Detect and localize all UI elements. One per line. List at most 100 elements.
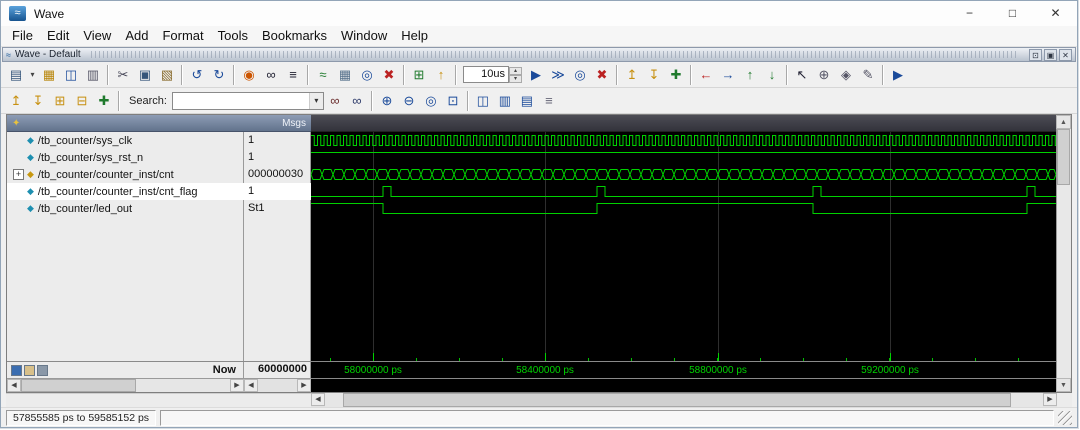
menu-help[interactable]: Help (394, 26, 435, 46)
menu-view[interactable]: View (76, 26, 118, 46)
reload-button[interactable]: ◉ (238, 64, 260, 86)
spin-down-icon[interactable]: ▾ (509, 74, 522, 83)
ungroup-button[interactable]: ⊟ (71, 90, 93, 112)
find-next-button[interactable]: ∞ (324, 90, 346, 112)
copy-button[interactable]: ▣ (134, 64, 156, 86)
vertical-scroll-track[interactable] (1056, 185, 1071, 378)
scroll-left-icon[interactable]: ◀ (7, 379, 21, 392)
names-scroll-thumb[interactable] (21, 379, 136, 392)
wave-scroll-thumb[interactable] (342, 393, 1011, 407)
leaf-names-button[interactable]: ▤ (516, 90, 538, 112)
menu-window[interactable]: Window (334, 26, 394, 46)
break-button[interactable]: ✖ (591, 64, 613, 86)
run-all-button[interactable]: ◎ (569, 64, 591, 86)
scroll-up-icon[interactable]: ▲ (1056, 115, 1071, 129)
resize-grip[interactable] (1058, 410, 1072, 425)
scroll-left-icon[interactable]: ◀ (244, 379, 258, 392)
minimize-button[interactable]: − (948, 1, 991, 26)
restore-button[interactable]: ↑ (430, 64, 452, 86)
add-cursor-button[interactable]: ✚ (665, 64, 687, 86)
names-scroll-track[interactable] (21, 379, 230, 392)
redo-button[interactable]: ↻ (208, 64, 230, 86)
paste-button[interactable]: ▧ (156, 64, 178, 86)
add-wave-button[interactable]: ≈ (312, 64, 334, 86)
close-pane-icon[interactable]: ✕ (1059, 48, 1072, 61)
insert-group-button[interactable]: ⊞ (408, 64, 430, 86)
expander-icon[interactable]: + (13, 169, 24, 180)
signal-row[interactable]: ◆/tb_counter/led_out (7, 200, 244, 217)
dock-icon[interactable]: ⊡ (1029, 48, 1042, 61)
search-dropdown-icon[interactable]: ▾ (308, 92, 323, 109)
delete-wave-button[interactable]: ✖ (378, 64, 400, 86)
scroll-down-icon[interactable]: ▼ (1056, 378, 1071, 392)
scroll-right-icon[interactable]: ▶ (1043, 393, 1057, 406)
edit-mode-button[interactable]: ✎ (857, 64, 879, 86)
menu-edit[interactable]: Edit (40, 26, 76, 46)
snap-button[interactable]: ≡ (538, 90, 560, 112)
signal-row[interactable]: ◆/tb_counter/sys_clk (7, 132, 244, 149)
vertical-scrollbar[interactable]: ▲ ▼ (1056, 115, 1071, 392)
run-button[interactable]: ▶ (525, 64, 547, 86)
grid-button[interactable]: ▦ (334, 64, 356, 86)
zoom-range-button[interactable]: ⊡ (442, 90, 464, 112)
wave-horizontal-scrollbar[interactable]: ◀ ▶ (311, 393, 1057, 407)
new-dropdown[interactable]: ▾ (27, 64, 38, 86)
new-button[interactable]: ▤ (5, 64, 27, 86)
next-fall-button[interactable]: ↓ (761, 64, 783, 86)
close-button[interactable]: ✕ (1034, 1, 1077, 26)
run-length-input[interactable]: 10us (463, 66, 509, 83)
zoom-mode-button[interactable]: ⊕ (813, 64, 835, 86)
prev-transition-button[interactable]: ↥ (621, 64, 643, 86)
menu-add[interactable]: Add (118, 26, 155, 46)
examine-button[interactable]: ◎ (356, 64, 378, 86)
signal-row[interactable]: + ◆/tb_counter/counter_inst/cnt (7, 166, 244, 183)
vertical-scroll-thumb[interactable] (1057, 129, 1070, 185)
waveform-canvas[interactable]: 58000000 ps 58400000 ps 58800000 ps 5920000… (311, 132, 1056, 392)
maximize-pane-icon[interactable]: ▣ (1044, 48, 1057, 61)
promote-button[interactable]: ↥ (5, 90, 27, 112)
wave-scroll-track[interactable] (325, 393, 1043, 407)
cut-button[interactable]: ✂ (112, 64, 134, 86)
zoom-in-button[interactable]: ⊕ (376, 90, 398, 112)
print-button[interactable]: ▥ (82, 64, 104, 86)
open-button[interactable]: ▦ (38, 64, 60, 86)
menu-file[interactable]: File (5, 26, 40, 46)
run-continue-button[interactable]: ≫ (547, 64, 569, 86)
cursor-toggle-button[interactable]: ◫ (472, 90, 494, 112)
scroll-left-icon[interactable]: ◀ (311, 393, 325, 406)
values-horizontal-scrollbar[interactable]: ◀ ▶ (244, 378, 311, 392)
search-input[interactable] (172, 94, 309, 107)
next-edge-button[interactable]: → (717, 64, 739, 86)
spin-up-icon[interactable]: ▴ (509, 66, 522, 75)
pan-mode-button[interactable]: ◈ (835, 64, 857, 86)
pane-drag-handle[interactable] (90, 51, 1017, 58)
select-mode-button[interactable]: ↖ (791, 64, 813, 86)
menu-bookmarks[interactable]: Bookmarks (255, 26, 334, 46)
signal-row[interactable]: ◆/tb_counter/counter_inst/cnt_flag (7, 183, 244, 200)
show-drivers-button[interactable]: ≡ (282, 64, 304, 86)
insert-tool-icon[interactable] (24, 364, 35, 376)
lock-tool-icon[interactable] (37, 364, 48, 376)
expand-time-button[interactable]: ▶ (887, 64, 909, 86)
menu-tools[interactable]: Tools (211, 26, 255, 46)
group-button[interactable]: ⊞ (49, 90, 71, 112)
save-button[interactable]: ◫ (60, 64, 82, 86)
prev-edge-button[interactable]: ← (695, 64, 717, 86)
signal-row[interactable]: ◆/tb_counter/sys_rst_n (7, 149, 244, 166)
scroll-right-icon[interactable]: ▶ (230, 379, 244, 392)
demote-button[interactable]: ↧ (27, 90, 49, 112)
undo-button[interactable]: ↺ (186, 64, 208, 86)
expand-tool-icon[interactable] (11, 364, 22, 376)
next-transition-button[interactable]: ↧ (643, 64, 665, 86)
prev-rise-button[interactable]: ↑ (739, 64, 761, 86)
find-prev-button[interactable]: ∞ (346, 90, 368, 112)
scroll-right-icon[interactable]: ▶ (297, 379, 311, 392)
zoom-out-button[interactable]: ⊖ (398, 90, 420, 112)
find-button[interactable]: ∞ (260, 64, 282, 86)
names-horizontal-scrollbar[interactable]: ◀ ▶ (7, 378, 244, 392)
maximize-button[interactable]: □ (991, 1, 1034, 26)
new-divider-button[interactable]: ✚ (93, 90, 115, 112)
menu-format[interactable]: Format (155, 26, 210, 46)
zoom-full-button[interactable]: ◎ (420, 90, 442, 112)
grid-config-button[interactable]: ▥ (494, 90, 516, 112)
